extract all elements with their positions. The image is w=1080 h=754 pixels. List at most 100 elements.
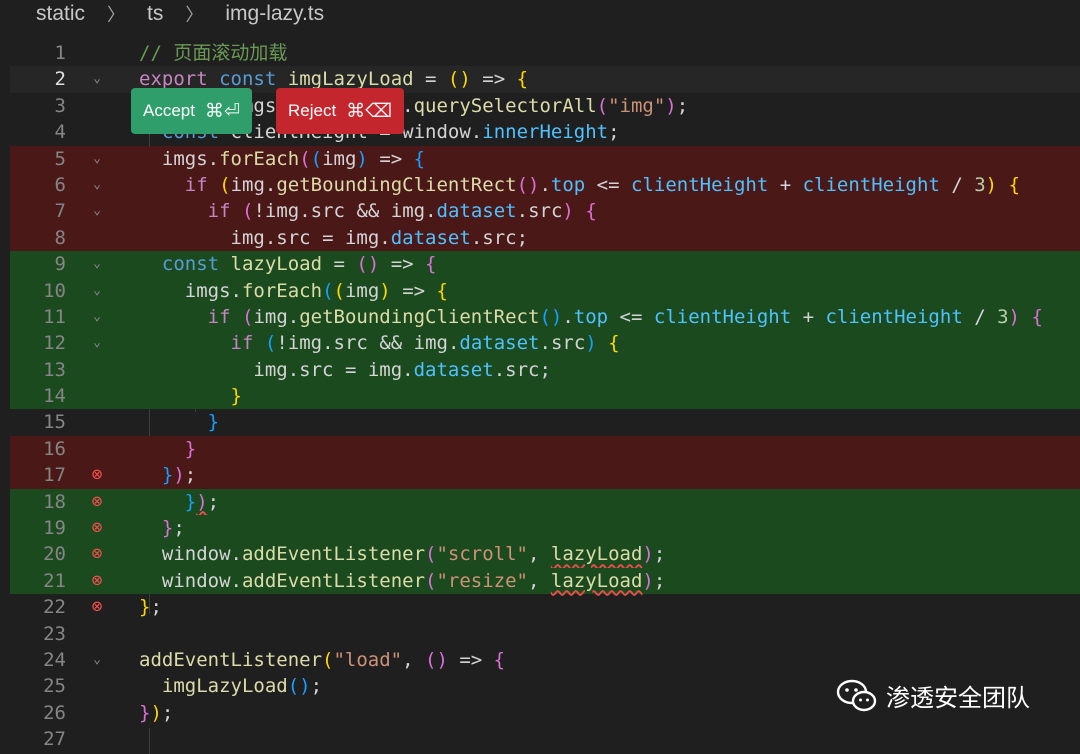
line-number: 24 (43, 648, 66, 671)
code-token: ; (653, 543, 666, 566)
code-line[interactable]: 7 ⌄ if (!img.src && img.dataset.src) { (10, 198, 1080, 225)
fold-chevron-icon[interactable]: ⌄ (86, 647, 108, 673)
line-number: 14 (43, 385, 66, 408)
code-token: { (493, 648, 506, 671)
code-token: = (413, 68, 448, 91)
code-token: { (1031, 305, 1043, 328)
line-number: 27 (43, 728, 66, 751)
code-line[interactable]: 22 ⊗}; (10, 594, 1080, 620)
code-token: ) (642, 569, 654, 592)
code-token: , (527, 543, 551, 566)
code-line[interactable]: 8 img.src = img.dataset.src; (10, 224, 1080, 252)
code-line[interactable]: 23 (10, 621, 1080, 647)
code-line[interactable]: 20 ⊗ window.addEventListener("scroll", la… (10, 541, 1080, 568)
code-token: . (379, 226, 391, 249)
fold-chevron-icon[interactable]: ⌄ (86, 304, 108, 330)
code-line[interactable]: 12 ⌄ if (!img.src && img.dataset.src) { (10, 330, 1080, 357)
code-token: img (344, 279, 380, 302)
error-circle-icon[interactable]: ⊗ (86, 541, 108, 567)
code-token: . (447, 332, 460, 355)
chevron-right-icon: 〉 (107, 5, 126, 25)
fold-chevron-icon[interactable]: ⌄ (86, 198, 108, 224)
code-text: } (139, 409, 219, 435)
code-token: ; (207, 490, 220, 513)
code-line[interactable]: 10 ⌄ imgs.forEach((img) => { (10, 277, 1080, 304)
code-token: src (310, 200, 345, 223)
code-text: }; (139, 594, 162, 620)
code-token: ( (322, 648, 334, 671)
code-token: && (367, 332, 414, 355)
error-circle-icon[interactable]: ⊗ (86, 594, 108, 620)
code-line[interactable]: 21 ⊗ window.addEventListener("resize", la… (10, 567, 1080, 595)
fold-chevron-icon[interactable]: ⌄ (86, 172, 108, 198)
code-text: img.src = img.dataset.src; (139, 357, 551, 383)
code-line[interactable]: 9 ⌄ const lazyLoad = () => { (10, 251, 1080, 278)
accept-change-button[interactable]: Accept ⌘⏎ (131, 88, 252, 134)
code-token: window (161, 543, 231, 566)
fold-chevron-icon[interactable]: ⌄ (86, 251, 108, 277)
line-number: 1 (54, 42, 66, 64)
fold-chevron-icon[interactable]: ⌄ (86, 146, 108, 172)
code-editor[interactable]: 1// 页面滚动加载 2 ⌄ export const imgLazyLoad = (… (10, 40, 1080, 754)
line-number: 20 (43, 543, 66, 566)
code-line[interactable]: 1 // 页面滚动加载 (10, 40, 1080, 66)
code-line[interactable]: 16 } (10, 435, 1080, 463)
line-number: 2 (54, 68, 66, 91)
error-circle-icon[interactable]: ⊗ (86, 568, 108, 594)
code-line[interactable]: 18 ⊗ }); (10, 488, 1080, 516)
error-circle-icon[interactable]: ⊗ (86, 515, 108, 541)
breadcrumb-file[interactable]: img-lazy.ts (221, 2, 328, 26)
code-line[interactable]: 24 ⌄ addEventListener("load", () => { (10, 647, 1080, 673)
code-token: ; (653, 569, 666, 592)
code-line[interactable]: 5 ⌄ imgs.forEach((img) => { (10, 145, 1080, 172)
error-circle-icon[interactable]: ⊗ (86, 462, 108, 488)
code-text: addEventListener("load", () => { (139, 647, 505, 673)
code-token: lazyLoad (550, 543, 643, 566)
code-line[interactable]: 27 (10, 726, 1080, 752)
error-circle-icon[interactable]: ⊗ (86, 489, 108, 515)
code-token: => (390, 279, 437, 302)
code-token: { (413, 147, 426, 170)
code-token: ; (184, 464, 197, 487)
code-token: const (161, 253, 220, 276)
code-line[interactable]: 15 } (10, 409, 1080, 435)
code-line[interactable]: 17 ⊗ }); (10, 462, 1080, 489)
code-token: innerHeight (482, 121, 609, 144)
code-token: img (264, 200, 300, 223)
code-token: img (253, 358, 288, 381)
code-line[interactable]: 11 ⌄ if (img.getBoundingClientRect().top … (10, 303, 1080, 331)
code-token: ( (425, 569, 437, 592)
code-line[interactable]: 14 } (10, 383, 1080, 410)
code-line[interactable]: 13 img.src = img.dataset.src; (10, 356, 1080, 384)
breadcrumb-folder-static[interactable]: static (0, 2, 89, 26)
fold-chevron-icon[interactable]: ⌄ (86, 278, 108, 304)
reject-change-button[interactable]: Reject ⌘⌫ (276, 88, 405, 134)
code-token: img (230, 226, 265, 249)
code-token: getBoundingClientRect (299, 305, 540, 328)
code-token: if (184, 173, 208, 196)
fold-chevron-icon[interactable]: ⌄ (86, 66, 108, 92)
code-token: top (550, 173, 586, 196)
code-token: = (310, 226, 345, 249)
code-token: } (161, 464, 174, 487)
code-token: { (1008, 173, 1021, 196)
fold-chevron-icon[interactable]: ⌄ (86, 330, 108, 356)
code-line[interactable]: 6 ⌄ if (img.getBoundingClientRect().top <… (10, 171, 1080, 199)
code-token: ! (253, 200, 265, 223)
code-token: ; (516, 226, 529, 249)
code-token: { (608, 332, 620, 355)
code-token: dataset (390, 226, 471, 249)
code-token: ) (379, 279, 391, 302)
code-token: => (367, 147, 414, 170)
code-line[interactable]: 19 ⊗ }; (10, 515, 1080, 542)
breadcrumb-folder-ts[interactable]: ts (143, 2, 167, 26)
